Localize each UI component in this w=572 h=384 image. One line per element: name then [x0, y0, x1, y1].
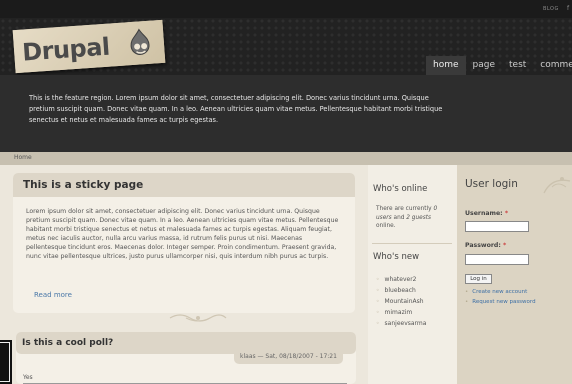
blog-link[interactable]: BLOG	[543, 6, 559, 12]
nav-commerce[interactable]: commer	[533, 56, 572, 75]
username-label: Username: *	[465, 210, 508, 217]
login-button[interactable]: Log in	[465, 274, 492, 284]
password-label: Password: *	[465, 242, 506, 249]
whos-online-text: There are currently 0 users and 2 guests…	[376, 205, 452, 231]
sidebar-second: User login Username: * Password: * Log i…	[457, 165, 572, 384]
request-password-link[interactable]: Request new password	[465, 297, 535, 307]
user-login-title: User login	[465, 178, 518, 190]
required-marker: *	[504, 210, 509, 217]
whos-new-user[interactable]: whatever2	[376, 274, 426, 285]
logo-text: Drupal	[21, 32, 111, 67]
create-account-link[interactable]: Create new account	[465, 287, 536, 297]
sidebar-first-panel: Who's online There are currently 0 users…	[368, 165, 457, 384]
nav-home[interactable]: home	[426, 56, 466, 75]
breadcrumb-home-link[interactable]: Home	[14, 154, 32, 161]
whos-new-list: whatever2 bluebeach MountainAsh mimazim …	[376, 274, 427, 329]
poll-option-label: Yes	[23, 374, 33, 381]
overlay-box	[0, 340, 12, 384]
corner-ornament-icon	[543, 177, 571, 194]
whos-new-user[interactable]: mimazim	[376, 307, 426, 318]
whos-new-user[interactable]: sanjeevsarma	[376, 318, 427, 329]
main-content: This is a sticky page Lorem ipsum dolor …	[0, 165, 368, 384]
poll-submitted: klaas — Sat, 08/18/2007 - 17:21	[234, 350, 343, 364]
ornament-flourish-icon	[169, 314, 227, 322]
sidebar-divider	[372, 243, 452, 244]
breadcrumb: Home	[0, 152, 572, 165]
username-field[interactable]	[465, 221, 529, 232]
whos-online-text-pre: There are currently	[376, 206, 434, 212]
feature-text: This is the feature region. Lorem ipsum …	[29, 94, 443, 124]
poll-node: Is this a cool poll? klaas — Sat, 08/18/…	[16, 332, 356, 384]
sticky-node-title[interactable]: This is a sticky page	[23, 179, 143, 191]
whos-new-user[interactable]: MountainAsh	[376, 296, 426, 307]
whos-online-text-mid: and	[391, 214, 407, 221]
whos-online-guests: 2 guests	[406, 214, 432, 221]
overlay-box-frame	[0, 342, 10, 382]
feature-region: This is the feature region. Lorem ipsum …	[0, 75, 572, 152]
whos-online-text-post: online.	[376, 223, 396, 230]
poll-title[interactable]: Is this a cool poll?	[22, 338, 113, 348]
whos-new-user[interactable]: bluebeach	[376, 285, 426, 296]
whos-online-title: Who's online	[373, 184, 428, 194]
drupal-drop-icon	[130, 28, 150, 55]
sidebar-first: Who's online There are currently 0 users…	[368, 165, 457, 384]
password-label-text: Password:	[465, 242, 501, 249]
password-field[interactable]	[465, 254, 529, 265]
primary-nav: home page test commer	[426, 56, 572, 75]
required-marker: *	[503, 242, 507, 249]
top-bar-extra-link[interactable]: f	[567, 5, 569, 12]
whos-new-title: Who's new	[373, 252, 420, 262]
username-label-text: Username:	[465, 210, 503, 217]
sticky-node-body: Lorem ipsum dolor sit amet, consectetuer…	[26, 208, 339, 261]
sticky-node: This is a sticky page Lorem ipsum dolor …	[13, 173, 355, 322]
top-bar: BLOG f	[0, 0, 572, 18]
nav-test[interactable]: test	[502, 56, 533, 75]
nav-page[interactable]: page	[466, 56, 502, 75]
login-links: Create new account Request new password	[465, 287, 536, 307]
read-more-link[interactable]: Read more	[34, 291, 72, 299]
